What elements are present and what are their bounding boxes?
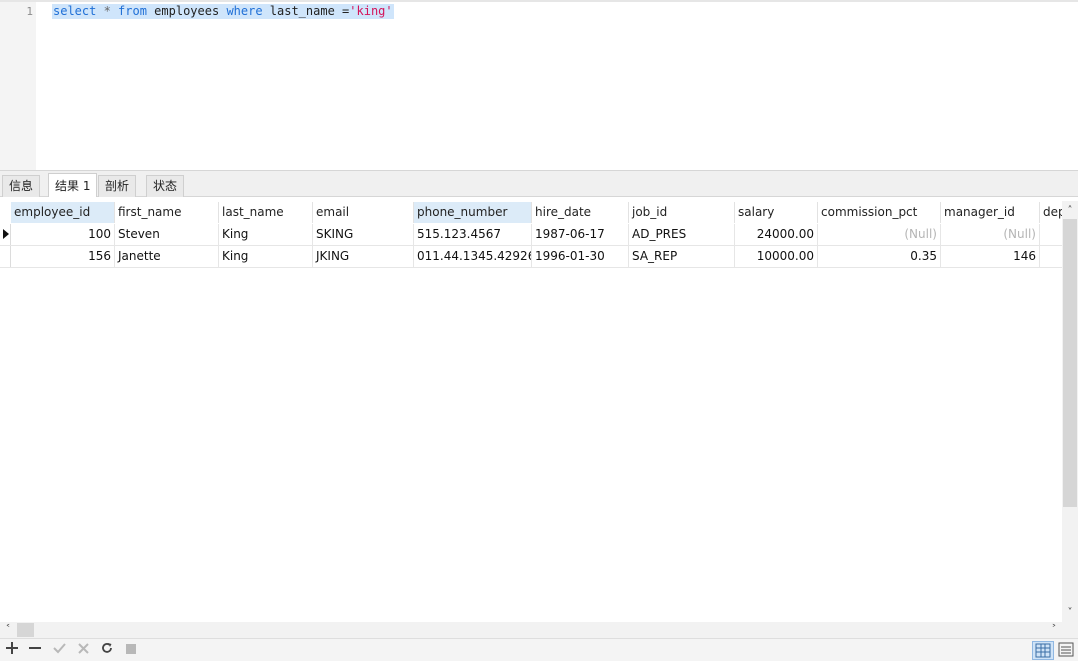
result-grid[interactable]: employee_id first_name last_name email phone… (0, 197, 1062, 622)
tab-info[interactable]: 信息 (2, 175, 41, 197)
cell-last_name[interactable]: King (219, 246, 313, 267)
tab-profile[interactable]: 剖析 (98, 175, 137, 197)
sql-token: last_name = (262, 4, 350, 18)
cell-salary[interactable]: 24000.00 (735, 224, 818, 245)
scroll-left-icon[interactable]: ˂ (0, 622, 16, 638)
cell-employee_id[interactable]: 100 (11, 224, 115, 245)
sql-token: where (226, 4, 263, 18)
cell-salary[interactable]: 10000.00 (735, 246, 818, 267)
column-header-email[interactable]: email (313, 202, 414, 223)
sql-token: 'king' (349, 4, 393, 18)
check-icon[interactable] (49, 641, 69, 659)
cell-job_id[interactable]: AD_PRES (629, 224, 735, 245)
sql-token: from (118, 4, 147, 18)
cross-icon[interactable] (73, 641, 93, 659)
cell-phone_number[interactable]: 011.44.1345.429268 (414, 246, 532, 267)
column-header-phone_number[interactable]: phone_number (414, 202, 532, 223)
cell-employee_id[interactable]: 156 (11, 246, 115, 267)
column-header-employee_id[interactable]: employee_id (11, 202, 115, 223)
current-row-arrow-icon (3, 229, 9, 239)
cell-dep[interactable] (1040, 224, 1062, 245)
cell-first_name[interactable]: Steven (115, 224, 219, 245)
sql-token: select (53, 4, 97, 18)
sql-token: employees (146, 4, 227, 18)
cell-hire_date[interactable]: 1987-06-17 (532, 224, 629, 245)
table-row[interactable]: 156 Janette King JKING 011.44.1345.429268 199… (0, 246, 1062, 268)
cell-email[interactable]: JKING (313, 246, 414, 267)
scroll-corner (1062, 622, 1078, 638)
horizontal-scroll-thumb[interactable] (17, 623, 34, 637)
cell-phone_number[interactable]: 515.123.4567 (414, 224, 532, 245)
form-view-icon[interactable] (1056, 641, 1076, 660)
cell-first_name[interactable]: Janette (115, 246, 219, 267)
scroll-up-icon[interactable]: ˄ (1062, 203, 1078, 219)
grid-header-row: employee_id first_name last_name email phone… (0, 202, 1062, 223)
column-header-hire_date[interactable]: hire_date (532, 202, 629, 223)
grid-view-icon[interactable] (1032, 641, 1054, 660)
column-header-first_name[interactable]: first_name (115, 202, 219, 223)
cell-email[interactable]: SKING (313, 224, 414, 245)
cell-manager_id[interactable]: (Null) (941, 224, 1040, 245)
sql-token: * (96, 4, 119, 18)
line-gutter: 1 (0, 2, 36, 170)
column-header-last_name[interactable]: last_name (219, 202, 313, 223)
tab-status[interactable]: 状态 (146, 175, 185, 197)
row-selector[interactable] (0, 246, 11, 267)
scroll-right-icon[interactable]: ˃ (1046, 622, 1062, 638)
column-header-dep[interactable]: dep (1040, 202, 1062, 223)
horizontal-scrollbar[interactable]: ˂ ˃ (0, 622, 1062, 638)
minus-icon[interactable] (25, 641, 45, 659)
grid-toolbar (0, 638, 1078, 661)
plus-icon[interactable] (2, 641, 22, 659)
line-number: 1 (26, 5, 33, 18)
vertical-scrollbar[interactable]: ˄ ˅ (1062, 201, 1078, 622)
cell-dep[interactable] (1040, 246, 1062, 267)
cell-manager_id[interactable]: 146 (941, 246, 1040, 267)
tab-result-1[interactable]: 结果 1 (48, 173, 98, 198)
scroll-down-icon[interactable]: ˅ (1062, 605, 1078, 621)
cell-commission_pct[interactable]: (Null) (818, 224, 941, 245)
refresh-icon[interactable] (97, 641, 117, 659)
stop-icon[interactable] (121, 641, 141, 659)
column-header-job_id[interactable]: job_id (629, 202, 735, 223)
cell-last_name[interactable]: King (219, 224, 313, 245)
cell-commission_pct[interactable]: 0.35 (818, 246, 941, 267)
column-header-salary[interactable]: salary (735, 202, 818, 223)
cell-hire_date[interactable]: 1996-01-30 (532, 246, 629, 267)
column-header-commission_pct[interactable]: commission_pct (818, 202, 941, 223)
vertical-scroll-thumb[interactable] (1063, 219, 1077, 507)
sql-editor[interactable]: 1 select * from employees where last_nam… (0, 0, 1078, 170)
result-tab-bar: 信息 结果 1 剖析 状态 (0, 170, 1078, 198)
sql-query-line[interactable]: select * from employees where last_name … (52, 4, 394, 19)
column-header-manager_id[interactable]: manager_id (941, 202, 1040, 223)
cell-job_id[interactable]: SA_REP (629, 246, 735, 267)
table-row[interactable]: 100 Steven King SKING 515.123.4567 1987-06-17… (0, 224, 1062, 246)
row-selector[interactable] (0, 224, 11, 245)
